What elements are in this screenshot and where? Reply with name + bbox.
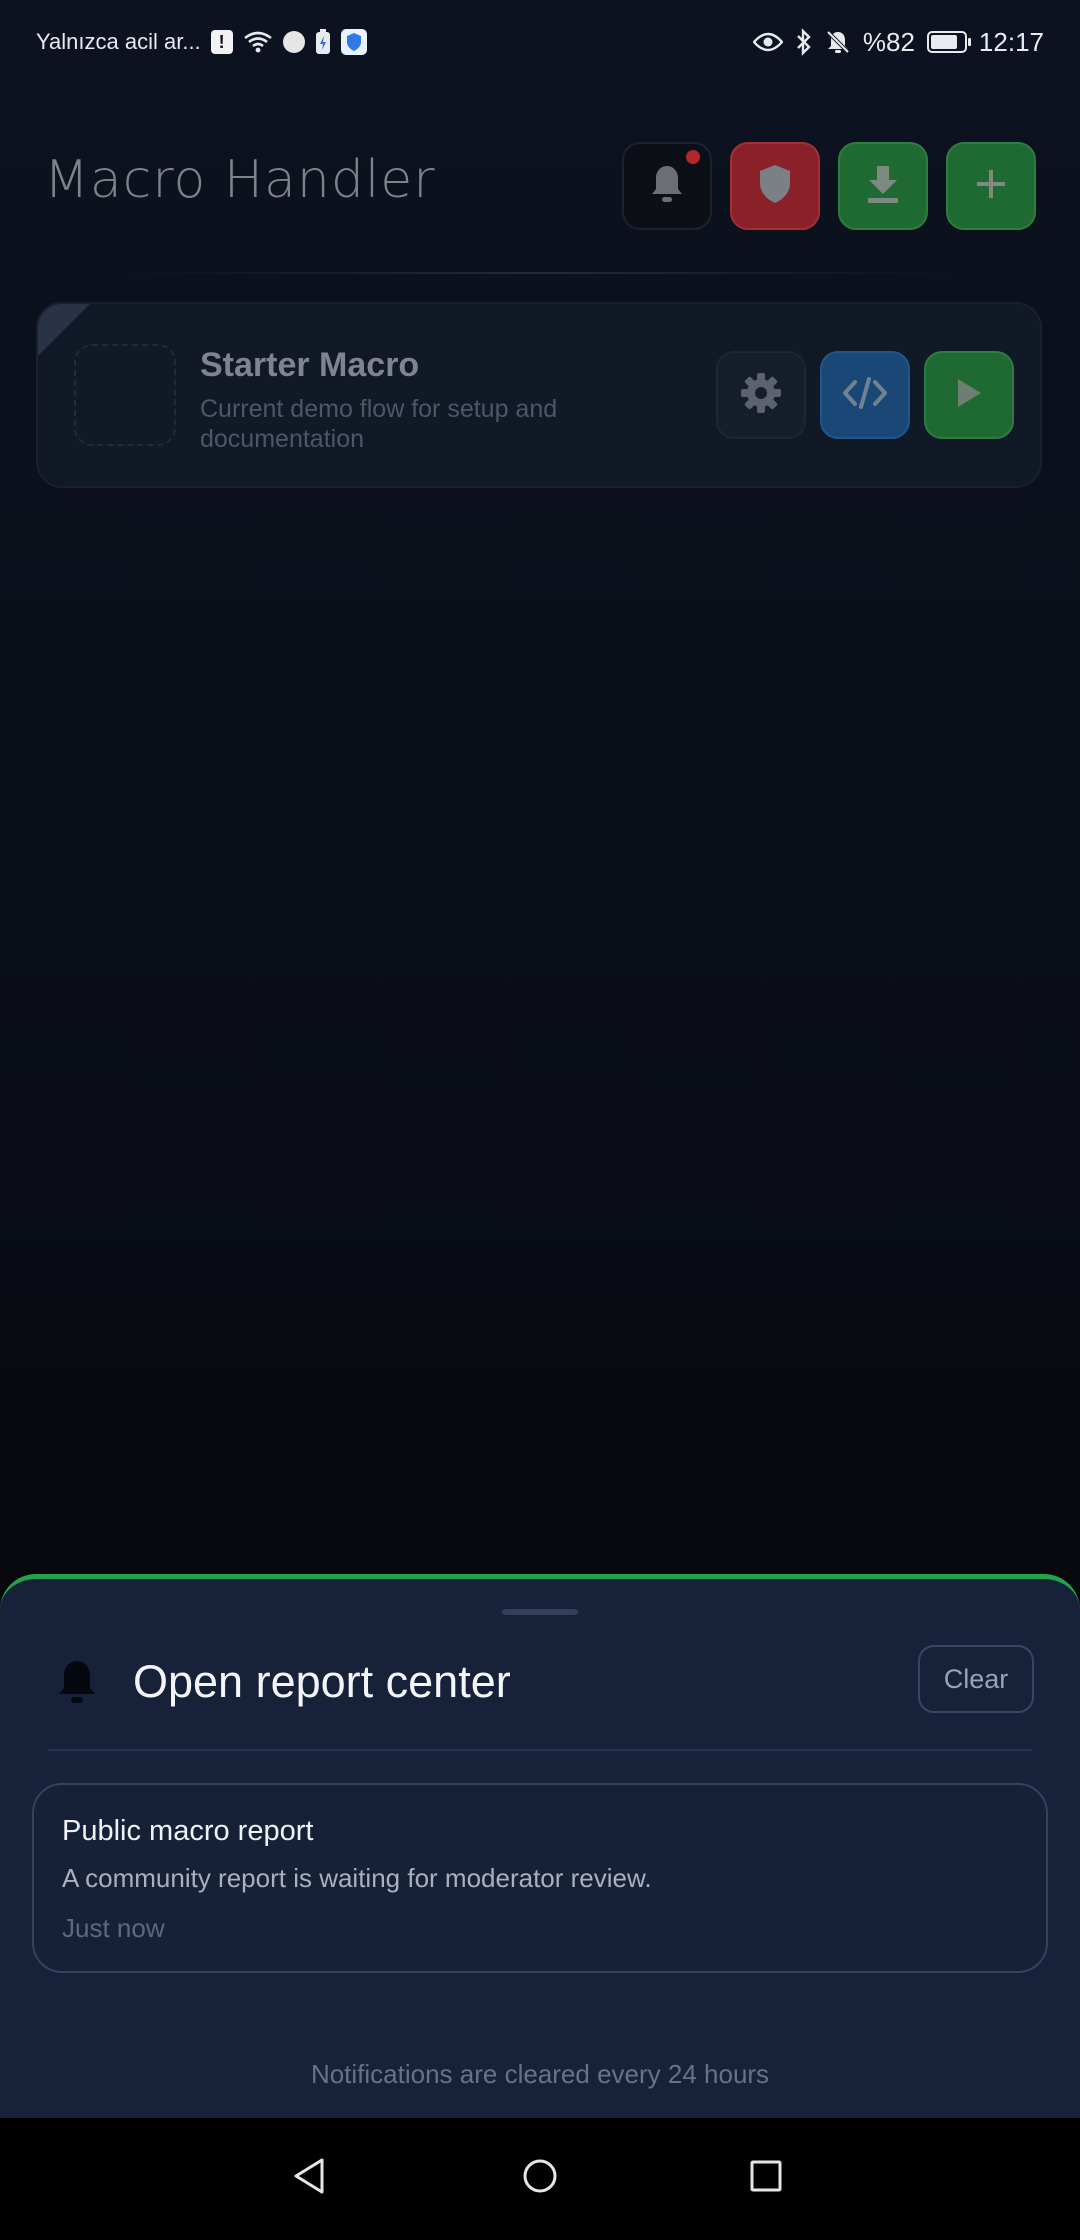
bell-icon xyxy=(648,162,686,210)
download-icon xyxy=(863,162,903,210)
macro-code-button[interactable] xyxy=(820,351,910,439)
sheet-footer-note: Notifications are cleared every 24 hours xyxy=(310,2059,770,2089)
status-right: %82 12:17 xyxy=(752,24,1044,60)
app-title: Macro Handler xyxy=(44,150,436,210)
shield-app-icon xyxy=(340,29,367,55)
notification-item[interactable]: Public macro report A community report i… xyxy=(32,1783,1048,1973)
sheet-divider xyxy=(48,1749,1032,1751)
app-screen: Yalnızca acil ar... ! %82 12:17 Macro Ha… xyxy=(0,0,1080,2240)
nav-back-button[interactable] xyxy=(280,2148,340,2208)
macro-card[interactable]: Starter Macro Current demo flow for setu… xyxy=(36,302,1042,488)
notification-time: Just now xyxy=(62,1913,165,1943)
bluetooth-icon xyxy=(795,28,813,56)
muted-bell-icon xyxy=(825,29,851,55)
wifi-icon xyxy=(243,30,273,54)
app-circle-icon xyxy=(282,31,305,53)
notification-title: Public macro report xyxy=(62,1815,314,1847)
alert-badge-icon: ! xyxy=(210,30,233,54)
macro-run-button[interactable] xyxy=(924,351,1014,439)
notification-body: A community report is waiting for modera… xyxy=(62,1863,652,1893)
battery-percent: %82 xyxy=(862,26,915,57)
back-icon xyxy=(290,2156,330,2200)
battery-icon xyxy=(926,31,971,53)
status-bar: Yalnızca acil ar... ! %82 12:17 xyxy=(0,0,1080,82)
clear-button[interactable]: Clear xyxy=(918,1645,1034,1713)
header-divider xyxy=(120,272,960,274)
report-center-sheet: Open report center Clear Public macro re… xyxy=(0,1574,1080,2118)
macro-description: Current demo flow for setup and document… xyxy=(200,395,558,453)
status-left: Yalnızca acil ar... ! xyxy=(36,24,367,60)
macro-settings-button[interactable] xyxy=(716,351,806,439)
macro-thumbnail xyxy=(74,344,176,446)
eye-icon xyxy=(752,32,783,52)
nav-home-button[interactable] xyxy=(510,2148,570,2208)
macro-card-actions xyxy=(716,351,1014,439)
add-macro-button[interactable] xyxy=(946,142,1036,230)
clock: 12:17 xyxy=(978,26,1044,57)
sheet-title: Open report center xyxy=(133,1656,511,1707)
battery-fill xyxy=(930,35,958,49)
home-icon xyxy=(520,2156,560,2200)
gear-icon xyxy=(739,371,783,419)
header-actions xyxy=(622,142,1036,230)
plus-icon xyxy=(973,166,1009,206)
shield-icon xyxy=(756,162,794,210)
code-icon xyxy=(842,376,888,414)
system-nav-bar xyxy=(0,2118,1080,2240)
battery-saver-icon xyxy=(315,29,331,55)
sheet-drag-handle[interactable] xyxy=(502,1609,578,1615)
carrier-text: Yalnızca acil ar... xyxy=(36,29,201,54)
play-icon xyxy=(954,376,984,414)
bell-icon xyxy=(50,1655,104,1709)
import-button[interactable] xyxy=(838,142,928,230)
notifications-button[interactable] xyxy=(622,142,712,230)
nav-recents-button[interactable] xyxy=(736,2148,796,2208)
macro-name: Starter Macro xyxy=(200,346,420,384)
notification-dot xyxy=(686,150,700,164)
moderation-button[interactable] xyxy=(730,142,820,230)
recents-icon xyxy=(746,2156,786,2200)
